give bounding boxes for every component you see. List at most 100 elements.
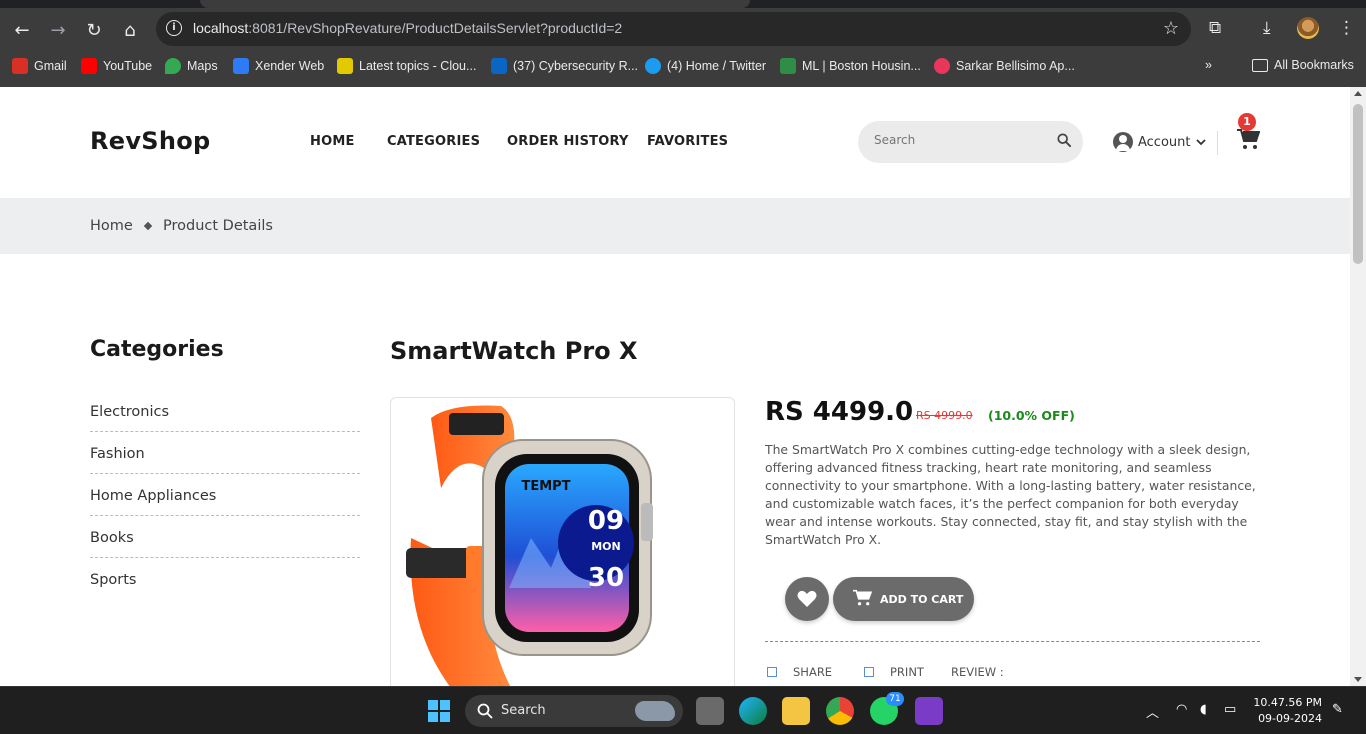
bookmarks-overflow-icon[interactable]: » bbox=[1205, 58, 1212, 72]
wifi-icon[interactable]: ◠ bbox=[1176, 702, 1187, 717]
home-icon[interactable]: ⌂ bbox=[118, 18, 142, 42]
category-home-appliances[interactable]: Home Appliances bbox=[90, 474, 360, 516]
category-sports[interactable]: Sports bbox=[90, 558, 360, 600]
download-icon[interactable]: ⤓ bbox=[1263, 18, 1271, 38]
bookmark-twitter[interactable]: (4) Home / Twitter bbox=[645, 58, 766, 74]
section-divider bbox=[765, 641, 1260, 642]
search-box bbox=[858, 121, 1083, 163]
chevron-down-icon bbox=[1195, 139, 1206, 146]
product-image: TEMPT 09 MON 30 bbox=[390, 397, 735, 686]
file-explorer-icon[interactable] bbox=[782, 697, 810, 725]
product-title: SmartWatch Pro X bbox=[390, 337, 638, 365]
site-logo[interactable]: RevShop bbox=[90, 127, 211, 155]
bookmark-label: Sarkar Bellisimo Ap... bbox=[956, 59, 1075, 73]
bookmark-gmail[interactable]: Gmail bbox=[12, 58, 67, 74]
category-fashion[interactable]: Fashion bbox=[90, 432, 360, 474]
windows-start-icon[interactable] bbox=[427, 699, 451, 723]
reload-icon[interactable]: ↻ bbox=[82, 18, 106, 42]
active-tab[interactable] bbox=[200, 0, 750, 8]
watch-minute: 30 bbox=[588, 563, 624, 593]
clock-time: 10.47.56 PM bbox=[1253, 696, 1322, 709]
bookmark-cloud[interactable]: Latest topics - Clou... bbox=[337, 58, 476, 74]
print-option[interactable]: PRINT bbox=[864, 665, 924, 679]
header-divider bbox=[1217, 131, 1218, 155]
site-info-icon[interactable]: i bbox=[166, 20, 182, 36]
task-view-icon[interactable] bbox=[696, 697, 724, 725]
search-highlight-icon bbox=[635, 701, 675, 721]
bookmark-xender[interactable]: Xender Web bbox=[233, 58, 324, 74]
url-text: localhost:8081/RevShopRevature/ProductDe… bbox=[193, 20, 622, 36]
notification-icon[interactable]: ✎ bbox=[1332, 702, 1343, 717]
page-scrollbar[interactable] bbox=[1350, 87, 1366, 686]
heart-icon bbox=[797, 590, 817, 607]
youtube-icon bbox=[81, 58, 97, 74]
bookmark-gfg[interactable]: ML | Boston Housin... bbox=[780, 58, 921, 74]
xender-icon bbox=[233, 58, 249, 74]
scroll-thumb[interactable] bbox=[1353, 104, 1363, 264]
battery-icon[interactable]: ▭ bbox=[1224, 702, 1236, 717]
share-checkbox[interactable] bbox=[767, 667, 777, 677]
review-label: REVIEW : bbox=[951, 665, 1004, 679]
bookmark-linkedin[interactable]: (37) Cybersecurity R... bbox=[491, 58, 638, 74]
original-price: RS 4999.0 bbox=[916, 409, 973, 422]
volume-icon[interactable]: ◖ bbox=[1200, 702, 1207, 717]
nav-favorites[interactable]: FAVORITES bbox=[647, 134, 728, 149]
all-bookmarks-label: All Bookmarks bbox=[1274, 58, 1354, 72]
bookmark-label: Gmail bbox=[34, 59, 67, 73]
url-host: localhost bbox=[193, 20, 249, 36]
search-icon[interactable] bbox=[1057, 133, 1071, 147]
bookmark-label: Latest topics - Clou... bbox=[359, 59, 477, 73]
cart-icon bbox=[853, 589, 872, 606]
breadcrumb-current: Product Details bbox=[163, 218, 273, 234]
product-price: RS 4499.0 bbox=[765, 397, 914, 427]
share-option[interactable]: SHARE bbox=[767, 665, 832, 679]
watch-brand: TEMPT bbox=[521, 479, 570, 494]
gmail-icon bbox=[12, 58, 28, 74]
back-icon[interactable]: ← bbox=[10, 18, 34, 42]
edge-icon[interactable] bbox=[739, 697, 767, 725]
forward-icon[interactable]: → bbox=[46, 18, 70, 42]
chrome-icon[interactable] bbox=[826, 697, 854, 725]
account-menu[interactable]: Account bbox=[1113, 132, 1206, 152]
discount-badge: (10.0% OFF) bbox=[988, 408, 1075, 423]
add-to-favorites-button[interactable] bbox=[785, 577, 829, 621]
scroll-up-icon[interactable] bbox=[1354, 91, 1362, 96]
menu-kebab-icon[interactable]: ⋮ bbox=[1338, 18, 1355, 38]
sarkar-icon bbox=[934, 58, 950, 74]
maps-icon bbox=[165, 58, 181, 74]
profile-avatar[interactable] bbox=[1297, 17, 1319, 39]
nav-home[interactable]: HOME bbox=[310, 134, 355, 149]
search-icon bbox=[477, 703, 493, 719]
all-bookmarks[interactable]: All Bookmarks bbox=[1252, 58, 1354, 72]
category-electronics[interactable]: Electronics bbox=[90, 390, 360, 432]
add-to-cart-button[interactable]: ADD TO CART bbox=[833, 577, 974, 621]
search-input[interactable] bbox=[874, 133, 1044, 147]
whatsapp-badge: 71 bbox=[886, 692, 904, 706]
account-label: Account bbox=[1138, 134, 1191, 150]
url-path: :8081/RevShopRevature/ProductDetailsServ… bbox=[248, 20, 623, 36]
tray-overflow-icon[interactable]: ︿ bbox=[1146, 702, 1159, 721]
nav-categories[interactable]: CATEGORIES bbox=[387, 134, 480, 149]
bookmark-star-icon[interactable]: ☆ bbox=[1163, 18, 1179, 39]
product-description: The SmartWatch Pro X combines cutting-ed… bbox=[765, 442, 1256, 547]
smartwatch-image: TEMPT 09 MON 30 bbox=[406, 405, 653, 686]
breadcrumb-home[interactable]: Home bbox=[90, 218, 133, 234]
bookmark-label: (37) Cybersecurity R... bbox=[513, 59, 639, 73]
address-bar[interactable]: i localhost:8081/RevShopRevature/Product… bbox=[156, 12, 1191, 46]
bookmark-youtube[interactable]: YouTube bbox=[81, 58, 152, 74]
bookmark-sarkar[interactable]: Sarkar Bellisimo Ap... bbox=[934, 58, 1075, 74]
nav-order-history[interactable]: ORDER HISTORY bbox=[507, 134, 629, 149]
extensions-icon[interactable]: ⧉ bbox=[1209, 18, 1221, 38]
print-checkbox[interactable] bbox=[864, 667, 874, 677]
user-icon bbox=[1113, 132, 1133, 152]
web-page: RevShop HOME CATEGORIES ORDER HISTORY FA… bbox=[0, 87, 1350, 686]
bookmark-maps[interactable]: Maps bbox=[165, 58, 218, 74]
category-books[interactable]: Books bbox=[90, 516, 360, 558]
clock[interactable]: 10.47.56 PM 09-09-2024 bbox=[1253, 695, 1322, 727]
scroll-down-icon[interactable] bbox=[1354, 677, 1362, 682]
bookmark-label: ML | Boston Housin... bbox=[802, 59, 921, 73]
game-app-icon[interactable] bbox=[915, 697, 943, 725]
watch-hour: 09 bbox=[588, 506, 624, 536]
cart-count-badge: 1 bbox=[1238, 113, 1256, 131]
taskbar-search[interactable]: Search bbox=[465, 695, 683, 727]
